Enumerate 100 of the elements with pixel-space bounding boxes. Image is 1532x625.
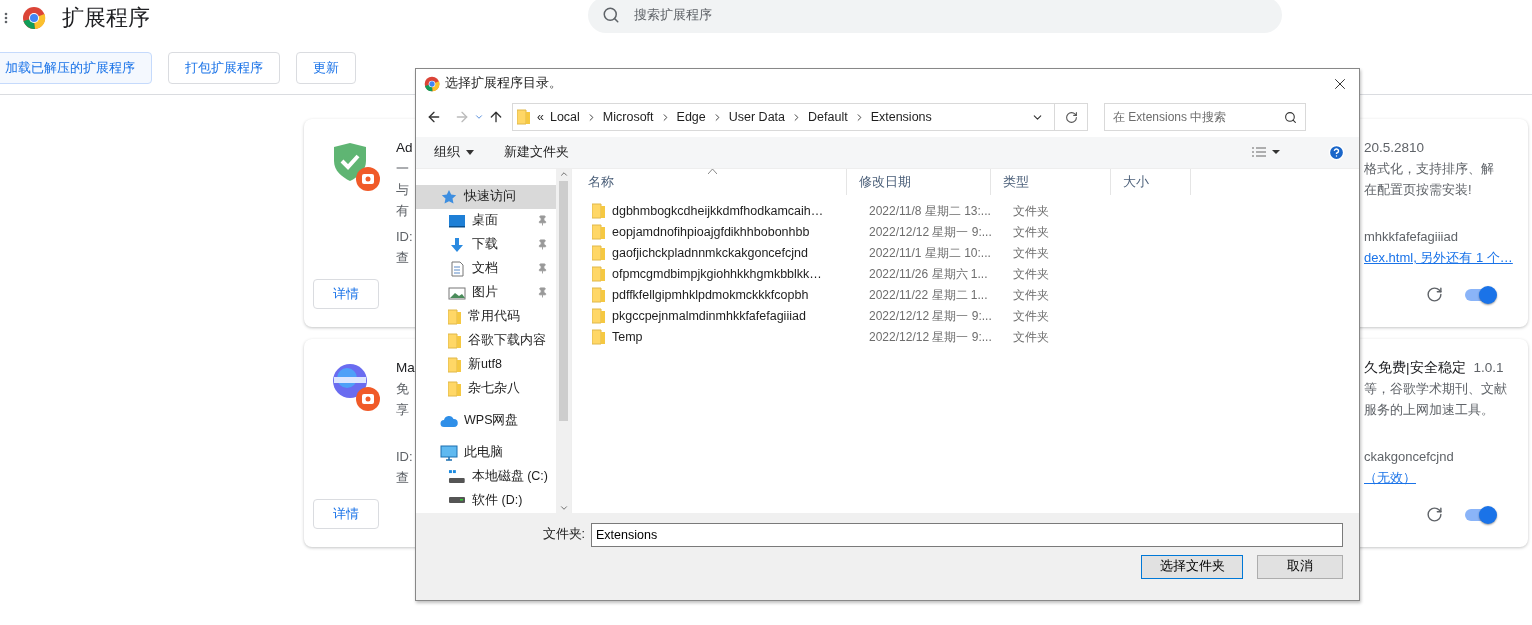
chrome-logo-icon bbox=[424, 75, 440, 92]
date-cell-text: 2022/11/1 星期二 10:... bbox=[868, 244, 992, 262]
nav-item[interactable]: 软件 (D:) bbox=[416, 488, 556, 513]
folder-icon bbox=[592, 245, 606, 262]
column-header[interactable]: 类型 bbox=[991, 168, 1111, 195]
folder-label: 文件夹: bbox=[542, 526, 585, 544]
help-icon[interactable] bbox=[1328, 143, 1345, 161]
column-header[interactable]: 修改日期 bbox=[847, 168, 991, 195]
address-bar[interactable]: « Local Microsoft Edge User Data Default Extensions bbox=[512, 103, 1088, 132]
sort-ascending-icon bbox=[708, 168, 717, 174]
path-segment[interactable]: Local bbox=[549, 110, 580, 125]
type-cell-text: 文件夹 bbox=[1012, 244, 1050, 262]
description-text: 一 bbox=[396, 160, 410, 178]
type-cell-text: 文件夹 bbox=[1012, 223, 1050, 241]
refresh-icon[interactable] bbox=[1064, 110, 1078, 124]
drive-icon bbox=[448, 497, 466, 505]
description-text: 享 bbox=[396, 401, 410, 419]
folder-icon bbox=[517, 109, 531, 126]
file-name[interactable]: eopjamdnofihpioajgfdikhhbobonhbb bbox=[592, 224, 863, 241]
path-segment[interactable]: Edge bbox=[676, 110, 706, 125]
description-text: 格式化，支持排序、解 bbox=[1364, 160, 1495, 178]
scrollbar[interactable] bbox=[556, 168, 571, 513]
nav-item[interactable]: 快速访问 bbox=[416, 184, 556, 209]
file-name[interactable]: dgbhmbogkcdheijkkdmfhodkamcaih… bbox=[592, 203, 863, 220]
nav-item[interactable]: 杂七杂八 bbox=[416, 376, 556, 401]
date-cell-text: 2022/12/12 星期一 9:... bbox=[868, 307, 993, 325]
date-cell-text: 2022/11/22 星期二 1... bbox=[868, 286, 989, 304]
description-text: 在配置页按需安装! bbox=[1364, 181, 1473, 199]
nav-item[interactable]: WPS网盘 bbox=[416, 408, 556, 433]
view-link[interactable]: dex.html, 另外还有 1 个… bbox=[1364, 247, 1528, 268]
reload-icon[interactable] bbox=[1426, 286, 1443, 303]
caret-icon bbox=[466, 149, 474, 155]
type-cell-text: 文件夹 bbox=[1012, 307, 1050, 325]
view-text: 查 bbox=[396, 469, 410, 487]
file-name[interactable]: pkgccpejnmalmdinmhkkfafefagiiiad bbox=[592, 308, 863, 325]
toolbar-button[interactable]: 更新 bbox=[296, 52, 356, 84]
desktop-icon bbox=[448, 212, 466, 229]
id-text: mhkkfafefagiiiad bbox=[1364, 228, 1459, 246]
version-text: 20.5.2810 bbox=[1364, 139, 1425, 157]
toolbar-button[interactable]: 打包扩展程序 bbox=[168, 52, 280, 84]
type-cell-text: 文件夹 bbox=[1012, 202, 1050, 220]
dialog-button[interactable]: 取消 bbox=[1257, 554, 1343, 579]
file-name[interactable]: gaofjichckpladnnmkckakgoncefcjnd bbox=[592, 245, 863, 262]
path-segment[interactable]: Extensions bbox=[870, 110, 932, 125]
dialog-search-field[interactable]: 在 Extensions 中搜索 bbox=[1104, 103, 1306, 132]
folder-icon bbox=[592, 329, 606, 346]
chrome-logo-icon bbox=[22, 6, 46, 30]
type-cell-text: 文件夹 bbox=[1012, 328, 1050, 346]
nav-item[interactable]: 图片 bbox=[416, 280, 556, 305]
nav-item[interactable]: 常用代码 bbox=[416, 304, 556, 329]
details-button[interactable]: 详情 bbox=[313, 279, 379, 309]
extension-name: Ma bbox=[396, 359, 414, 377]
view-link[interactable]: （无效） bbox=[1364, 467, 1528, 488]
organize-menu[interactable]: 组织 bbox=[434, 143, 474, 161]
column-header[interactable]: 大小 bbox=[1111, 168, 1191, 195]
view-options-icon[interactable] bbox=[1252, 147, 1280, 158]
description-text: 与 bbox=[396, 181, 410, 199]
search-field[interactable]: 搜索扩展程序 bbox=[588, 0, 1282, 33]
path-segment[interactable]: Microsoft bbox=[602, 110, 654, 125]
dialog-button[interactable]: 选择文件夹 bbox=[1141, 554, 1243, 579]
toolbar-button[interactable]: 加载已解压的扩展程序 bbox=[0, 52, 152, 84]
folder-icon bbox=[592, 224, 606, 241]
type-cell-text: 文件夹 bbox=[1012, 286, 1050, 304]
document-icon bbox=[448, 260, 466, 277]
nav-item[interactable]: 新utf8 bbox=[416, 352, 556, 377]
computer-icon bbox=[440, 444, 458, 461]
folder-field[interactable]: Extensions bbox=[591, 522, 1343, 547]
nav-item[interactable]: 此电脑 bbox=[416, 440, 556, 465]
description-text: 有 bbox=[396, 202, 410, 220]
details-button[interactable]: 详情 bbox=[313, 499, 379, 529]
file-name[interactable]: pdffkfellgipmhklpdmokmckkkfcopbh bbox=[592, 287, 863, 304]
path-segment[interactable]: Default bbox=[808, 110, 848, 125]
id-text: ckakgoncefcjnd bbox=[1364, 448, 1455, 466]
nav-item[interactable]: 桌面 bbox=[416, 208, 556, 233]
reload-icon[interactable] bbox=[1426, 506, 1443, 523]
folder-icon bbox=[448, 380, 462, 397]
drive-icon bbox=[448, 468, 466, 485]
extension-icon bbox=[330, 361, 382, 413]
download-icon bbox=[448, 236, 466, 253]
column-header[interactable]: 名称 bbox=[576, 168, 847, 195]
nav-item[interactable]: 文档 bbox=[416, 256, 556, 281]
nav-item[interactable]: 本地磁盘 (C:) bbox=[416, 464, 556, 489]
folder-icon bbox=[592, 308, 606, 325]
description-text: 服务的上网加速工具。 bbox=[1364, 401, 1495, 419]
path-segment[interactable]: User Data bbox=[728, 110, 786, 125]
dialog-title: 选择扩展程序目录。 bbox=[445, 75, 563, 92]
folder-icon bbox=[592, 287, 606, 304]
enable-toggle[interactable] bbox=[1463, 286, 1497, 304]
search-icon bbox=[1284, 110, 1297, 124]
path-overflow[interactable]: « bbox=[537, 110, 544, 125]
file-name[interactable]: Temp bbox=[592, 329, 863, 346]
new-folder-button[interactable]: 新建文件夹 bbox=[504, 143, 569, 161]
nav-item[interactable]: 谷歌下载内容 bbox=[416, 328, 556, 353]
file-name[interactable]: ofpmcgmdbimpjkgiohhkkhgmkbblkk… bbox=[592, 266, 863, 283]
view-text: 查 bbox=[396, 249, 410, 267]
date-cell-text: 2022/12/12 星期一 9:... bbox=[868, 223, 993, 241]
enable-toggle[interactable] bbox=[1463, 506, 1497, 524]
type-cell-text: 文件夹 bbox=[1012, 265, 1050, 283]
nav-item[interactable]: 下载 bbox=[416, 232, 556, 257]
folder-icon bbox=[592, 203, 606, 220]
